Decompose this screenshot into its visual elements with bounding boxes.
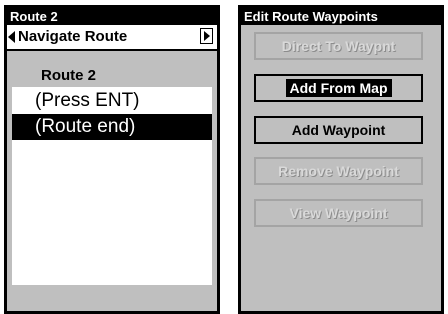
add-waypoint-button[interactable]: Add Waypoint (254, 116, 423, 144)
navigate-route-label: Navigate Route (18, 28, 128, 45)
arrow-left-icon[interactable] (8, 31, 15, 43)
arrow-right-icon (204, 31, 210, 41)
direct-to-waypoint-button[interactable]: Direct To Waypnt (254, 32, 423, 60)
list-item-route-end[interactable]: (Route end) (12, 114, 212, 140)
edit-route-waypoints-panel: Edit Route Waypoints Direct To Waypnt Ad… (238, 5, 444, 314)
add-from-map-button[interactable]: Add From Map (254, 74, 423, 102)
view-waypoint-button[interactable]: View Waypoint (254, 199, 423, 227)
list-item-press-ent[interactable]: (Press ENT) (12, 88, 212, 114)
add-from-map-label: Add From Map (285, 79, 392, 97)
scroll-right-button[interactable] (200, 28, 213, 44)
navigate-route-selector[interactable]: Navigate Route (7, 25, 217, 51)
route-list-header: Route 2 (12, 63, 212, 87)
route-panel-title: Route 2 (7, 8, 217, 25)
remove-waypoint-button[interactable]: Remove Waypoint (254, 157, 423, 185)
route-waypoint-list: Route 2 (Press ENT) (Route end) (12, 63, 212, 285)
edit-panel-title: Edit Route Waypoints (241, 8, 441, 25)
route-panel: Route 2 Navigate Route Route 2 (Press EN… (4, 5, 220, 314)
